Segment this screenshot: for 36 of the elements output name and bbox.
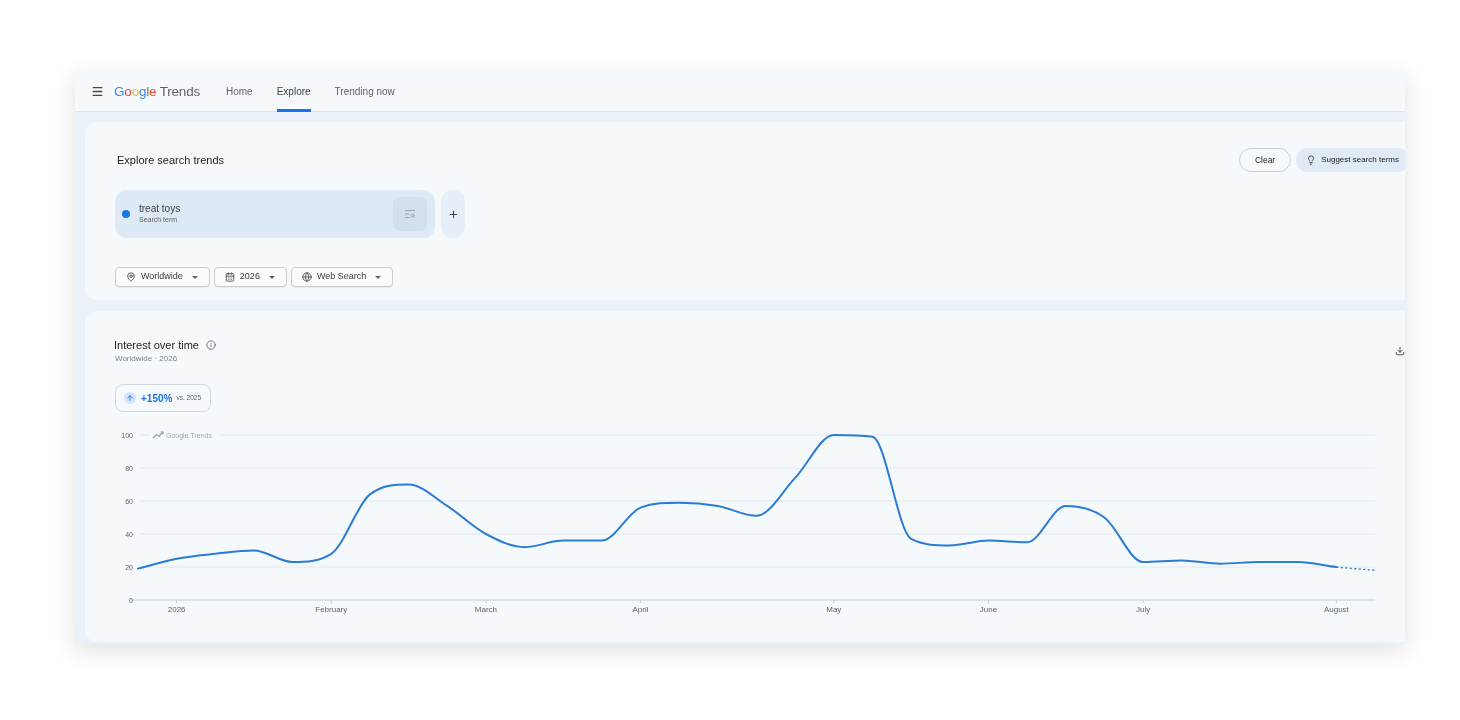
info-icon[interactable]	[206, 340, 216, 350]
caret-icon	[191, 275, 198, 279]
x-axis-label: April	[632, 605, 649, 614]
filter-dropdown[interactable]: Web Search	[290, 267, 394, 287]
x-axis-label: May	[826, 605, 842, 614]
search-term-value: treat toys	[139, 203, 181, 215]
change-value: +150%	[141, 391, 173, 406]
lightbulb-icon	[1306, 155, 1317, 165]
x-axis-label: 2026	[167, 605, 186, 614]
plus-icon	[447, 208, 459, 220]
x-axis-label: June	[979, 605, 998, 614]
search-options-button[interactable]	[393, 197, 427, 231]
trend-line-icon	[152, 431, 164, 439]
location-pin-icon	[126, 272, 136, 282]
chart-subtitle: Worldwide · 2026	[115, 354, 179, 364]
section-title: Interest over time	[114, 338, 199, 352]
menu-button[interactable]	[91, 85, 104, 98]
caret-icon	[268, 275, 275, 279]
menu-icon	[91, 85, 104, 98]
globe-icon	[301, 272, 312, 282]
suggest-button[interactable]: Suggest search terms	[1296, 148, 1405, 172]
nav-tab[interactable]: Trending now	[334, 72, 395, 112]
nav-tab[interactable]: Home	[226, 72, 253, 112]
filter-dropdown[interactable]: 2026	[213, 267, 287, 287]
x-axis-label: August	[1323, 605, 1349, 614]
x-axis-label: February	[315, 605, 348, 614]
x-axis-label: July	[1135, 605, 1151, 614]
app-logo[interactable]: Google Trends	[114, 82, 200, 101]
text-search-icon	[404, 208, 416, 220]
download-icon[interactable]	[1395, 346, 1405, 356]
caret-icon	[375, 275, 382, 279]
section-title: Explore search trends	[117, 152, 224, 168]
x-axis-label: March	[474, 605, 497, 614]
nav-tab[interactable]: Explore	[276, 72, 311, 112]
filter-dropdown[interactable]: Worldwide	[115, 267, 210, 287]
calendar-icon	[224, 272, 235, 282]
